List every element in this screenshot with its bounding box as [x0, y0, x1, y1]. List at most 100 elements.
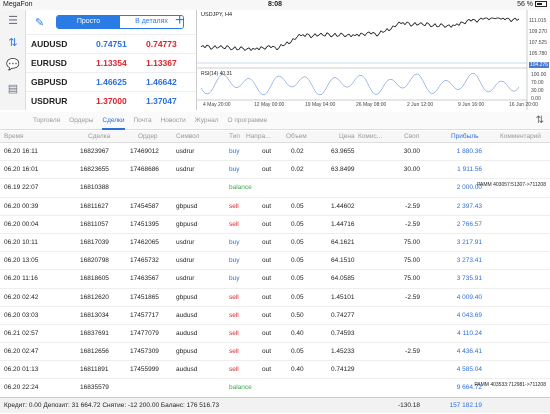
add-symbol-icon[interactable]: + — [175, 12, 184, 30]
cell-type: sell — [229, 330, 239, 337]
tab-3[interactable]: Почта — [134, 112, 152, 130]
cell-swap: -2.59 — [405, 348, 420, 355]
cell-price: 63.8499 — [331, 166, 355, 173]
price-tick-label: 109.270 — [529, 29, 547, 35]
deals-table: 06.20 16:111682396717469012usdrurbuyout0… — [0, 143, 550, 397]
cell-volume: 0.05 — [291, 348, 304, 355]
cell-symbol: usdrur — [176, 257, 194, 264]
col-symbol[interactable]: Символ — [176, 133, 199, 140]
view-mode-toggle: Просто В деталях — [56, 15, 184, 29]
col-profit[interactable]: Прибыль — [451, 133, 479, 140]
table-row[interactable]: 06.21 02:571683769117477079audusdsellout… — [0, 325, 550, 343]
quote-row-usdrur[interactable]: USDRUR1.370001.37047 — [26, 91, 196, 110]
cell-profit: 4 043.69 — [457, 312, 482, 319]
document-icon[interactable]: ▤ — [5, 80, 21, 96]
cell-volume: 0.40 — [291, 366, 304, 373]
cell-direction: out — [262, 348, 271, 355]
table-row[interactable]: 06.20 11:161681860517463567usdrurbuyout0… — [0, 270, 550, 288]
cell-swap: -2.59 — [405, 221, 420, 228]
table-row[interactable]: 06.20 00:391681162717454587gbpusdsellout… — [0, 198, 550, 216]
cell-comment: PAMM 403057:51307->711208 — [477, 182, 546, 188]
cell-time: 06.20 00:39 — [4, 203, 38, 210]
cell-type: buy — [229, 275, 239, 282]
tab-detailed[interactable]: В деталях — [120, 16, 183, 28]
table-row[interactable]: 06.20 01:131681189117455999audusdsellout… — [0, 361, 550, 379]
cell-deal: 16812656 — [80, 348, 109, 355]
table-row[interactable]: 06.19 22:0716810388balance2 000.00PAMM 4… — [0, 179, 550, 197]
cell-volume: 0.02 — [291, 148, 304, 155]
deals-table-header: Время Сделка Ордер Символ Тип Напра... О… — [0, 131, 550, 143]
tab-4[interactable]: Новости — [161, 112, 186, 130]
col-time[interactable]: Время — [4, 133, 24, 140]
time-tick-label: 12 May 00:00 — [254, 102, 284, 108]
cell-time: 06.20 16:01 — [4, 166, 38, 173]
table-row[interactable]: 06.20 16:011682365517468686usdrurbuyout0… — [0, 161, 550, 179]
col-order[interactable]: Ордер — [138, 133, 158, 140]
cell-deal: 16835579 — [80, 384, 109, 391]
cell-deal: 16818605 — [80, 275, 109, 282]
col-price[interactable]: Цена — [339, 133, 355, 140]
cell-price: 64.1510 — [331, 257, 355, 264]
tab-simple[interactable]: Просто — [57, 16, 120, 28]
cell-deal: 16812620 — [80, 294, 109, 301]
time-tick-label: 26 May 08:00 — [356, 102, 386, 108]
profit-total: 157 182.19 — [449, 398, 482, 414]
cell-time: 06.21 02:57 — [4, 330, 38, 337]
menu-icon[interactable]: ☰ — [5, 12, 21, 28]
cell-volume: 0.40 — [291, 330, 304, 337]
tab-6[interactable]: О программе — [227, 112, 267, 130]
tab-1[interactable]: Ордеры — [69, 112, 93, 130]
quote-row-audusd[interactable]: AUDUSD0.747510.74773 — [26, 34, 196, 53]
cell-deal: 16811057 — [80, 221, 108, 228]
cell-order: 17469012 — [130, 148, 159, 155]
table-row[interactable]: 06.20 10:111681703917462065usdrurbuyout0… — [0, 234, 550, 252]
price-tick-label: 104.276 — [529, 62, 549, 68]
cell-type: balance — [229, 384, 252, 391]
chat-icon[interactable]: 💬 — [5, 56, 21, 72]
cell-symbol: usdrur — [176, 166, 194, 173]
col-type[interactable]: Тип — [229, 133, 240, 140]
cell-direction: out — [262, 257, 271, 264]
sort-icon[interactable]: ⇅ — [536, 115, 544, 126]
edit-icon[interactable]: ✎ — [35, 16, 44, 29]
table-row[interactable]: 06.20 02:471681265617457309gbpusdsellout… — [0, 343, 550, 361]
col-volume[interactable]: Объем — [286, 133, 307, 140]
table-row[interactable]: 06.20 13:051682079817465732usdrurbuyout0… — [0, 252, 550, 270]
tab-5[interactable]: Журнал — [195, 112, 219, 130]
tab-2[interactable]: Сделки — [102, 112, 124, 130]
cell-type: balance — [229, 184, 252, 191]
cell-volume: 0.05 — [291, 257, 304, 264]
cell-price: 64.1621 — [331, 239, 355, 246]
battery-percent: 56 % — [517, 1, 533, 8]
cell-type: buy — [229, 166, 239, 173]
tab-0[interactable]: Торговля — [33, 112, 60, 130]
cell-swap: -2.59 — [405, 294, 420, 301]
cell-order: 17477079 — [130, 330, 159, 337]
table-row[interactable]: 06.20 03:031681303417457717audusdsellout… — [0, 307, 550, 325]
price-chart[interactable]: USDJPY, H4 RSI(14) 40.31 111.015109.2701… — [196, 10, 550, 110]
trade-arrows-icon[interactable]: ⇅ — [5, 34, 21, 50]
rsi-tick-label: 70.00 — [531, 80, 544, 86]
cell-symbol: usdrur — [176, 275, 194, 282]
quote-row-eurusd[interactable]: EURUSD1.133541.13367 — [26, 53, 196, 72]
col-swap[interactable]: Своп — [404, 133, 419, 140]
battery-indicator: 56 % — [517, 0, 547, 10]
table-row[interactable]: 06.20 02:421681262017451865gbpusdsellout… — [0, 289, 550, 307]
quote-row-gbpusd[interactable]: GBPUSD1.466251.46642 — [26, 72, 196, 91]
quote-bid: 1.46625 — [96, 77, 146, 87]
cell-time: 06.20 11:16 — [4, 275, 38, 282]
cell-time: 06.20 03:03 — [4, 312, 38, 319]
table-row[interactable]: 06.20 00:041681105717451395gbpusdsellout… — [0, 216, 550, 234]
table-row[interactable]: 06.20 22:2416835579balance9 664.72PAMM 4… — [0, 379, 550, 397]
cell-deal: 16837691 — [80, 330, 109, 337]
rsi-tick-label: 30.00 — [531, 88, 544, 94]
cell-deal: 16810388 — [80, 184, 109, 191]
col-comment[interactable]: Комментарий — [500, 133, 541, 140]
cell-order: 17463567 — [130, 275, 159, 282]
col-direction[interactable]: Напра... — [246, 133, 270, 140]
col-commission[interactable]: Комис... — [358, 133, 382, 140]
table-row[interactable]: 06.20 16:111682396717469012usdrurbuyout0… — [0, 143, 550, 161]
quote-symbol: USDRUR — [26, 96, 96, 106]
col-deal[interactable]: Сделка — [88, 133, 110, 140]
cell-deal: 16823655 — [80, 166, 109, 173]
